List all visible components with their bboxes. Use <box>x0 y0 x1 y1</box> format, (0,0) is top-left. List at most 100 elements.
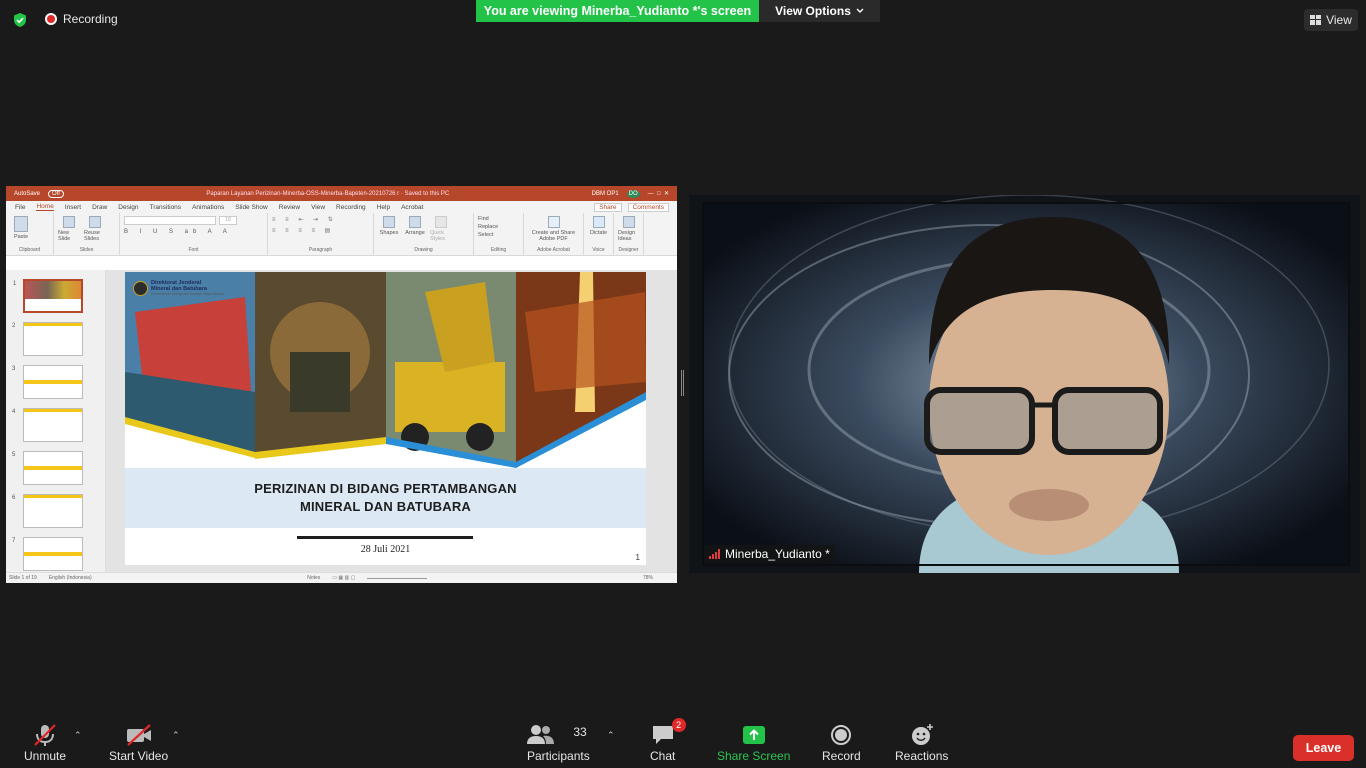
record-button[interactable]: Record <box>822 721 861 763</box>
share-button[interactable]: Share <box>594 202 622 212</box>
slide-thumbnail[interactable]: 1 <box>13 279 83 313</box>
tab-file[interactable]: File <box>15 204 25 211</box>
list-buttons[interactable]: ≡ ≡ ⇤ ⇥ ⇅ <box>272 216 337 223</box>
leave-button[interactable]: Leave <box>1293 735 1354 761</box>
chat-label: Chat <box>650 749 676 763</box>
design-ideas-button[interactable]: Design Ideas <box>618 216 639 242</box>
group-label: Drawing <box>414 247 433 253</box>
group-label: Clipboard <box>18 247 41 253</box>
slide-thumbnail[interactable]: 2 <box>12 322 83 356</box>
unmute-button[interactable]: Unmute <box>24 721 66 763</box>
group-label: Paragraph <box>308 247 333 253</box>
recording-icon <box>45 13 57 25</box>
ribbon-group-editing: Find Replace Select Editing <box>474 213 524 255</box>
slide-thumbnail[interactable]: 5 <box>12 451 83 485</box>
start-video-button[interactable]: Start Video <box>109 721 168 763</box>
view-options-button[interactable]: View Options <box>759 0 880 22</box>
tab-acrobat[interactable]: Acrobat <box>401 204 423 211</box>
tab-review[interactable]: Review <box>279 204 300 211</box>
share-screen-button[interactable]: Share Screen <box>717 721 790 763</box>
esdm-seal-icon <box>133 280 148 296</box>
shared-screen[interactable]: AutoSave Off Paparan Layanan Perizinan-M… <box>6 186 677 583</box>
quick-styles-button[interactable]: Quick Styles <box>430 216 452 242</box>
notes-button[interactable]: Notes <box>307 575 320 581</box>
video-options-caret-icon[interactable]: ⌃ <box>172 730 180 741</box>
view-label: View <box>1326 13 1352 27</box>
paste-button[interactable]: Paste <box>10 216 32 240</box>
font-name-box[interactable] <box>124 216 216 225</box>
slide-date: 28 Juli 2021 <box>360 544 411 555</box>
status-language[interactable]: English (Indonesia) <box>49 575 92 581</box>
chat-button[interactable]: 2 Chat <box>650 718 686 763</box>
status-slide-count: Slide 1 of 19 <box>9 575 37 581</box>
autosave-toggle[interactable]: Off <box>48 189 64 198</box>
slide-thumbnail-pane[interactable]: 1 2 3 4 5 6 7 <box>6 270 106 572</box>
share-screen-icon <box>742 726 765 744</box>
start-video-label: Start Video <box>109 749 169 763</box>
font-size-box[interactable]: 18 <box>219 216 237 225</box>
participant-video[interactable]: Minerba_Yudianto * <box>689 195 1360 573</box>
view-options-label: View Options <box>775 4 851 18</box>
participant-name-tag: Minerba_Yudianto * <box>704 545 835 563</box>
zoom-meeting-window: Recording You are viewing Minerba_Yudian… <box>0 0 1366 768</box>
slide-number: 1 <box>635 553 640 562</box>
tab-draw[interactable]: Draw <box>92 204 107 211</box>
participants-button[interactable]: 33 Participants <box>527 721 590 763</box>
font-format-buttons[interactable]: B I U S ab A A <box>124 229 232 235</box>
recording-indicator[interactable]: Recording <box>45 12 118 26</box>
tab-home[interactable]: Home <box>36 203 54 211</box>
shield-icon[interactable] <box>12 12 28 28</box>
view-buttons[interactable]: ▭ ▦ ▥ ▢ <box>332 575 355 581</box>
window-controls[interactable]: — □ ✕ <box>648 190 669 197</box>
slide-thumbnail[interactable]: 6 <box>12 494 83 528</box>
slide-thumbnail[interactable]: 7 <box>12 537 83 571</box>
shapes-button[interactable]: Shapes <box>378 216 400 236</box>
comments-button[interactable]: Comments <box>627 202 669 212</box>
zoom-level[interactable]: 78% <box>643 575 677 581</box>
group-label: Designer <box>618 247 639 253</box>
group-label: Font <box>188 247 199 253</box>
tab-recording[interactable]: Recording <box>336 204 366 211</box>
dictate-button[interactable]: Dictate <box>588 216 609 236</box>
audio-options-caret-icon[interactable]: ⌃ <box>74 730 82 741</box>
participants-options-caret-icon[interactable]: ⌃ <box>607 730 615 741</box>
zoom-slider[interactable] <box>367 577 428 579</box>
ribbon-group-slides: New Slide Reuse Slides Slides <box>54 213 120 255</box>
record-icon <box>831 725 852 745</box>
replace-button[interactable]: Replace <box>478 224 498 230</box>
participant-name: Minerba_Yudianto * <box>725 547 830 561</box>
tab-animations[interactable]: Animations <box>192 204 224 211</box>
slide-thumbnail[interactable]: 3 <box>12 365 83 399</box>
view-button[interactable]: View <box>1304 9 1358 31</box>
smiley-plus-icon <box>911 724 933 745</box>
reactions-button[interactable]: Reactions <box>895 721 948 763</box>
logo-subtitle: Kementerian Energi dan Sumber Daya Miner… <box>151 292 224 296</box>
participants-icon <box>527 725 555 744</box>
create-pdf-button[interactable]: Create and Share Adobe PDF <box>528 216 579 242</box>
chat-icon <box>652 726 673 744</box>
microphone-muted-icon <box>34 724 56 746</box>
slide-thumbnail[interactable]: 4 <box>12 408 83 442</box>
user-avatar[interactable]: DO <box>626 189 640 198</box>
ribbon-group-voice: Dictate Voice <box>584 213 614 255</box>
tab-design[interactable]: Design <box>118 204 138 211</box>
split-view-handle[interactable] <box>681 370 684 396</box>
chevron-down-icon <box>856 8 864 13</box>
tab-insert[interactable]: Insert <box>65 204 81 211</box>
tab-help[interactable]: Help <box>377 204 390 211</box>
current-slide[interactable]: Direktorat Jenderal Mineral dan Batubara… <box>125 272 646 565</box>
tab-transitions[interactable]: Transitions <box>150 204 182 211</box>
participants-label: Participants <box>527 749 590 763</box>
ribbon-group-clipboard: Paste Clipboard <box>6 213 54 255</box>
tab-slide-show[interactable]: Slide Show <box>235 204 268 211</box>
reuse-slides-button[interactable]: Reuse Slides <box>84 216 106 242</box>
chat-unread-badge: 2 <box>671 718 686 732</box>
tab-view[interactable]: View <box>311 204 325 211</box>
arrange-button[interactable]: Arrange <box>404 216 426 236</box>
new-slide-button[interactable]: New Slide <box>58 216 80 242</box>
participants-count: 33 <box>573 725 587 739</box>
find-button[interactable]: Find <box>478 216 489 222</box>
select-button[interactable]: Select <box>478 232 493 238</box>
meeting-toolbar: Unmute ⌃ Start Video ⌃ 33 Participants ⌃… <box>0 706 1366 768</box>
align-buttons[interactable]: ≡ ≡ ≡ ≡ ▤ <box>272 227 334 234</box>
